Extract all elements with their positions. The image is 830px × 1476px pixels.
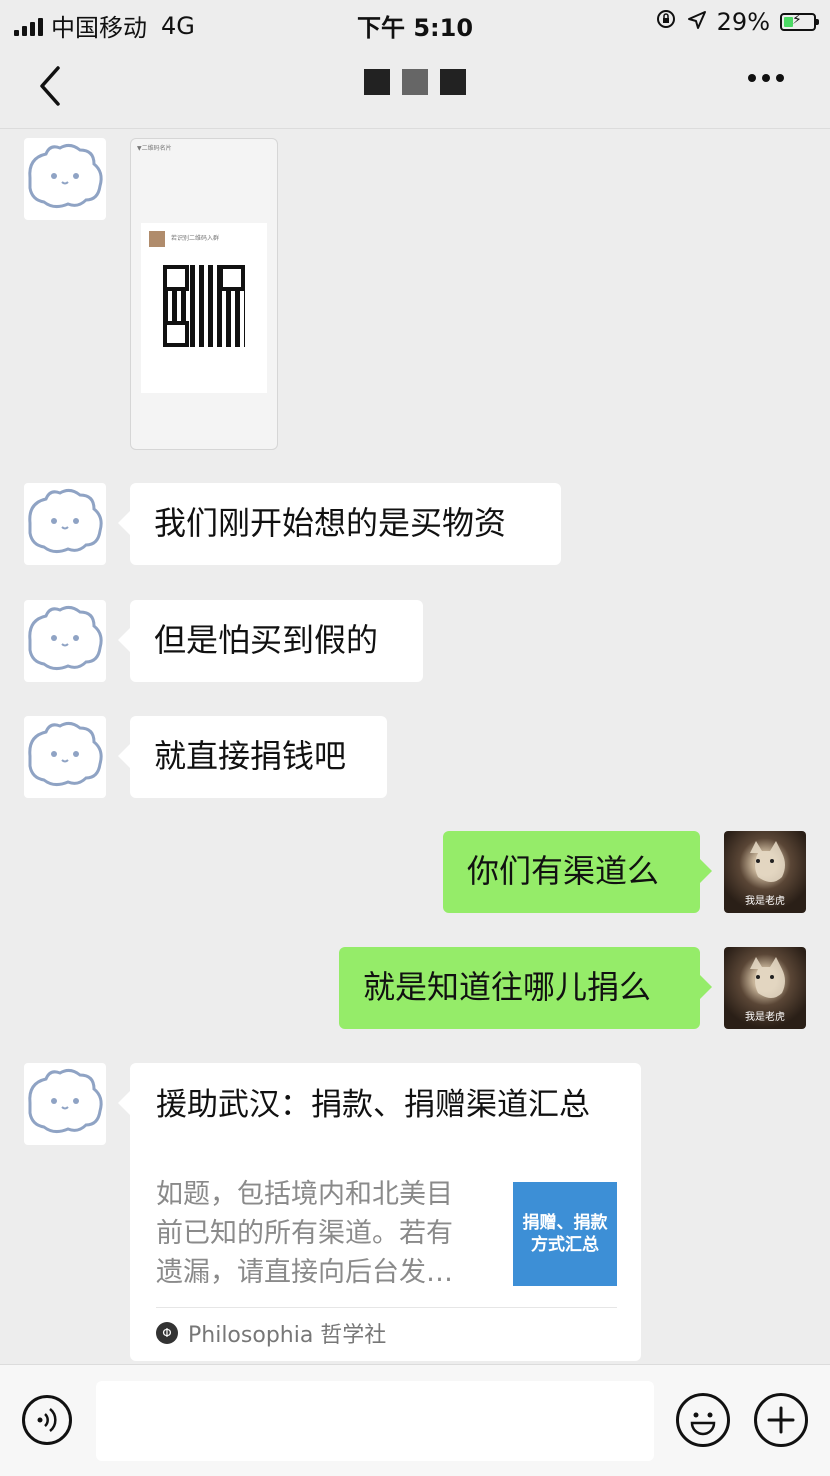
message-bubble-incoming[interactable]: 但是怕买到假的 <box>118 600 423 682</box>
message-bubble-outgoing[interactable]: 就是知道往哪儿捐么 <box>339 947 712 1029</box>
article-divider <box>156 1307 617 1308</box>
image-header: ▼二维码名片 <box>137 145 172 152</box>
account-logo-icon: Φ <box>156 1322 178 1344</box>
article-source: Φ Philosophia 哲学社 <box>156 1317 386 1349</box>
voice-button[interactable] <box>22 1395 72 1445</box>
battery-percent: 29% <box>716 8 770 36</box>
more-button[interactable] <box>748 74 784 82</box>
plus-icon <box>767 1406 795 1434</box>
thumb-line-1: 捐赠、捐款 <box>522 1213 608 1233</box>
emoji-icon <box>690 1412 716 1436</box>
image-message-qr[interactable]: ▼二维码名片 若识别二维码入群 <box>130 138 278 450</box>
article-source-name: Philosophia 哲学社 <box>188 1323 387 1348</box>
contact-avatar[interactable] <box>24 600 106 682</box>
chat-header <box>0 44 830 129</box>
contact-avatar[interactable] <box>24 138 106 220</box>
contact-avatar[interactable] <box>24 483 106 565</box>
qr-card-caption: 若识别二维码入群 <box>171 235 220 242</box>
status-bar: 中国移动 4G 下午 5:10 29% ⚡ <box>0 0 830 44</box>
qr-code-icon <box>163 265 245 347</box>
location-icon <box>687 8 707 36</box>
message-bubble-outgoing[interactable]: 你们有渠道么 <box>443 831 712 913</box>
voice-icon <box>37 1408 57 1432</box>
my-avatar-caption: 我是老虎 <box>745 1012 785 1023</box>
article-title: 援助武汉：捐款、捐赠渠道汇总 <box>156 1087 590 1123</box>
message-bubble-incoming[interactable]: 就直接捐钱吧 <box>118 716 387 798</box>
article-card[interactable]: 援助武汉：捐款、捐赠渠道汇总 如题，包括境内和北美目前已知的所有渠道。若有遗漏，… <box>118 1063 641 1361</box>
plus-button[interactable] <box>754 1393 808 1447</box>
contact-avatar[interactable] <box>24 716 106 798</box>
qr-card: 若识别二维码入群 <box>141 223 267 393</box>
article-description: 如题，包括境内和北美目前已知的所有渠道。若有遗漏，请直接向后台发… <box>156 1179 453 1288</box>
thumb-line-2: 方式汇总 <box>531 1235 599 1255</box>
my-avatar[interactable]: 我是老虎 <box>724 831 806 913</box>
my-avatar-caption: 我是老虎 <box>745 896 785 907</box>
article-thumbnail: 捐赠、捐款 方式汇总 <box>513 1182 617 1286</box>
emoji-button[interactable] <box>676 1393 730 1447</box>
orientation-lock-icon <box>655 8 677 36</box>
my-avatar[interactable]: 我是老虎 <box>724 947 806 1029</box>
message-bubble-incoming[interactable]: 我们刚开始想的是买物资 <box>118 483 561 565</box>
contact-avatar[interactable] <box>24 1063 106 1145</box>
input-bar <box>0 1364 830 1476</box>
chat-title-redacted <box>0 68 830 103</box>
message-input[interactable] <box>96 1381 654 1461</box>
battery-icon: ⚡ <box>780 12 819 31</box>
more-dots-icon <box>748 74 756 82</box>
